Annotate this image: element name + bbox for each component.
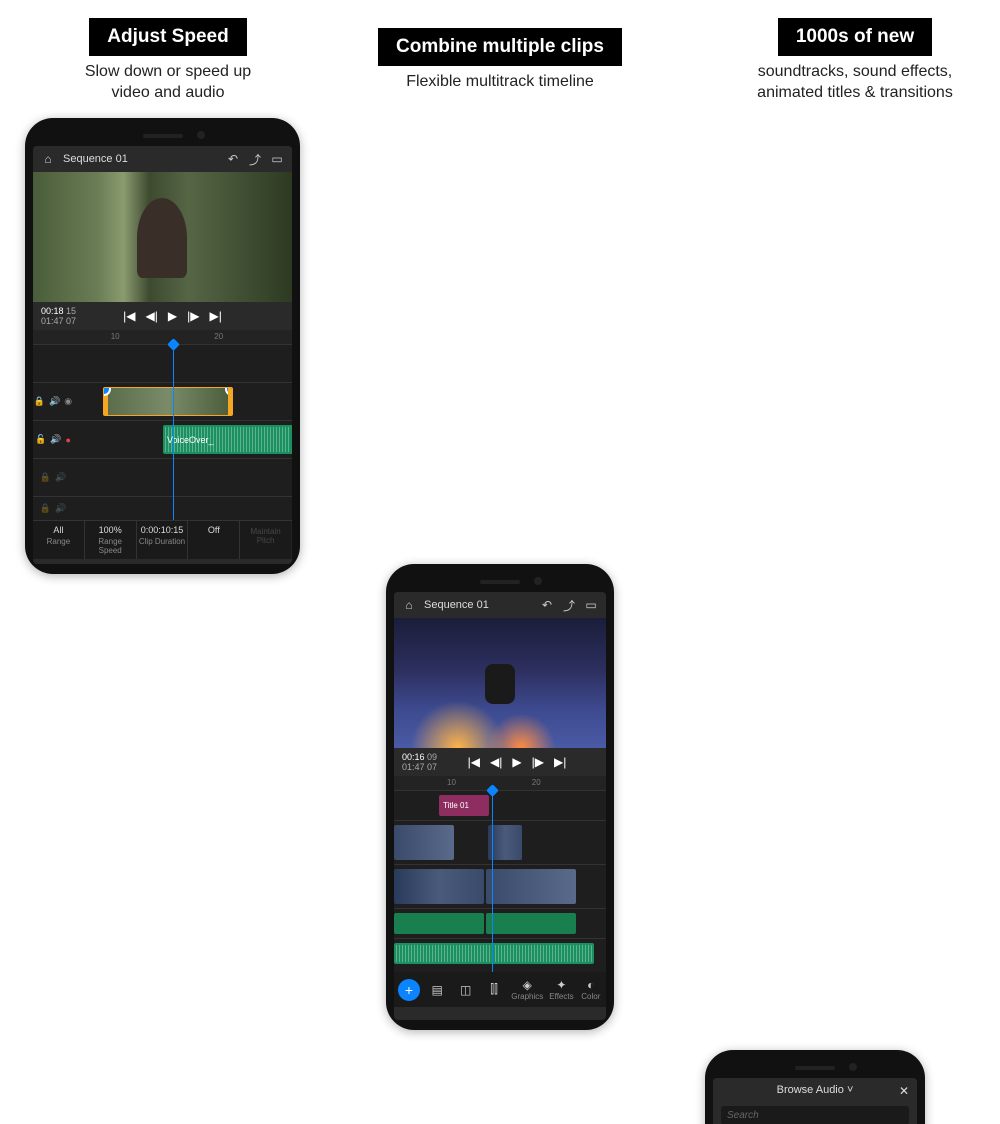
- tool-icon[interactable]: ▤: [426, 983, 448, 997]
- video-preview[interactable]: [33, 172, 292, 302]
- clip-handle-left[interactable]: [103, 387, 111, 396]
- graphics-button[interactable]: ◈Graphics: [511, 978, 543, 1001]
- audio-clip[interactable]: [394, 943, 594, 964]
- sequence-title: Sequence 01: [424, 599, 489, 611]
- panel2-badge: Combine multiple clips: [378, 28, 622, 66]
- home-icon[interactable]: ⌂: [41, 152, 55, 166]
- skip-end-icon[interactable]: ▶|: [209, 309, 221, 323]
- lock-icon[interactable]: 🔒: [40, 472, 51, 483]
- lock-icon[interactable]: 🔒: [34, 396, 45, 407]
- panel3-badge: 1000s of new: [778, 18, 932, 56]
- mute-icon[interactable]: 🔊: [55, 503, 66, 514]
- clip-handle-right[interactable]: [225, 387, 233, 396]
- tool-icon[interactable]: ⫿⫿: [483, 982, 505, 997]
- unlock-icon[interactable]: 🔓: [35, 434, 46, 445]
- timeline-ruler[interactable]: 10 20: [394, 776, 606, 790]
- mute-icon[interactable]: 🔊: [49, 396, 60, 407]
- share-icon[interactable]: ⤴: [562, 598, 576, 612]
- panel3-subtitle: soundtracks, sound effects, animated tit…: [720, 62, 990, 104]
- add-button[interactable]: +: [398, 979, 420, 1001]
- step-fwd-icon[interactable]: |▶: [532, 755, 544, 769]
- video-preview[interactable]: [394, 618, 606, 748]
- clip-duration-cell[interactable]: 0:00:10:15Clip Duration: [137, 521, 189, 559]
- panel1-subtitle: Slow down or speed up video and audio: [38, 62, 298, 104]
- play-icon[interactable]: ▶: [168, 309, 177, 323]
- close-icon[interactable]: ✕: [899, 1084, 909, 1098]
- mute-icon[interactable]: 🔊: [55, 472, 66, 483]
- color-button[interactable]: ◐Color: [580, 978, 602, 1001]
- step-back-icon[interactable]: ◀|: [146, 309, 158, 323]
- video-clip[interactable]: [488, 825, 522, 860]
- title-clip[interactable]: Title 01: [439, 795, 489, 816]
- video-clip[interactable]: [394, 825, 454, 860]
- speed-toolbar: AllRange 100%Range Speed 0:00:10:15Clip …: [33, 520, 292, 559]
- audio-clip[interactable]: [486, 913, 576, 934]
- undo-icon[interactable]: ↶: [540, 598, 554, 612]
- eye-icon[interactable]: ◉: [64, 396, 72, 407]
- current-time: 00:16: [402, 752, 425, 762]
- play-icon[interactable]: ▶: [512, 755, 521, 769]
- lock-icon[interactable]: 🔒: [40, 503, 51, 514]
- skip-start-icon[interactable]: |◀: [123, 309, 135, 323]
- comment-icon[interactable]: ▭: [584, 598, 598, 612]
- undo-icon[interactable]: ↶: [226, 152, 240, 166]
- browse-audio-title[interactable]: Browse Audio ˅: [777, 1084, 854, 1096]
- ramp-cell[interactable]: Off: [188, 521, 240, 559]
- timeline-ruler[interactable]: 10 20: [33, 330, 292, 344]
- panel1-badge: Adjust Speed: [89, 18, 246, 56]
- playhead[interactable]: [173, 344, 174, 520]
- effects-button[interactable]: ✦Effects: [549, 978, 573, 1001]
- chevron-down-icon: ˅: [847, 1084, 853, 1096]
- sequence-title: Sequence 01: [63, 153, 128, 165]
- mute-icon[interactable]: 🔊: [50, 434, 61, 445]
- audio-clip[interactable]: VoiceOver_: [163, 425, 292, 454]
- home-icon[interactable]: ⌂: [402, 598, 416, 612]
- playhead[interactable]: [492, 790, 493, 972]
- video-clip[interactable]: [486, 869, 576, 904]
- panel2-subtitle: Flexible multitrack timeline: [370, 72, 630, 93]
- range-cell[interactable]: AllRange: [33, 521, 85, 559]
- range-speed-cell[interactable]: 100%Range Speed: [85, 521, 137, 559]
- video-clip[interactable]: [394, 869, 484, 904]
- current-time: 00:18: [41, 306, 64, 316]
- search-input[interactable]: Search: [721, 1106, 909, 1124]
- comment-icon[interactable]: ▭: [270, 152, 284, 166]
- step-fwd-icon[interactable]: |▶: [187, 309, 199, 323]
- pitch-cell[interactable]: Maintain Pitch: [240, 521, 292, 559]
- skip-end-icon[interactable]: ▶|: [554, 755, 566, 769]
- tool-icon[interactable]: ◫: [454, 983, 476, 997]
- step-back-icon[interactable]: ◀|: [490, 755, 502, 769]
- share-icon[interactable]: ⤴: [248, 152, 262, 166]
- skip-start-icon[interactable]: |◀: [468, 755, 480, 769]
- audio-clip[interactable]: [394, 913, 484, 934]
- video-clip[interactable]: [103, 387, 233, 416]
- record-icon[interactable]: ●: [66, 435, 71, 445]
